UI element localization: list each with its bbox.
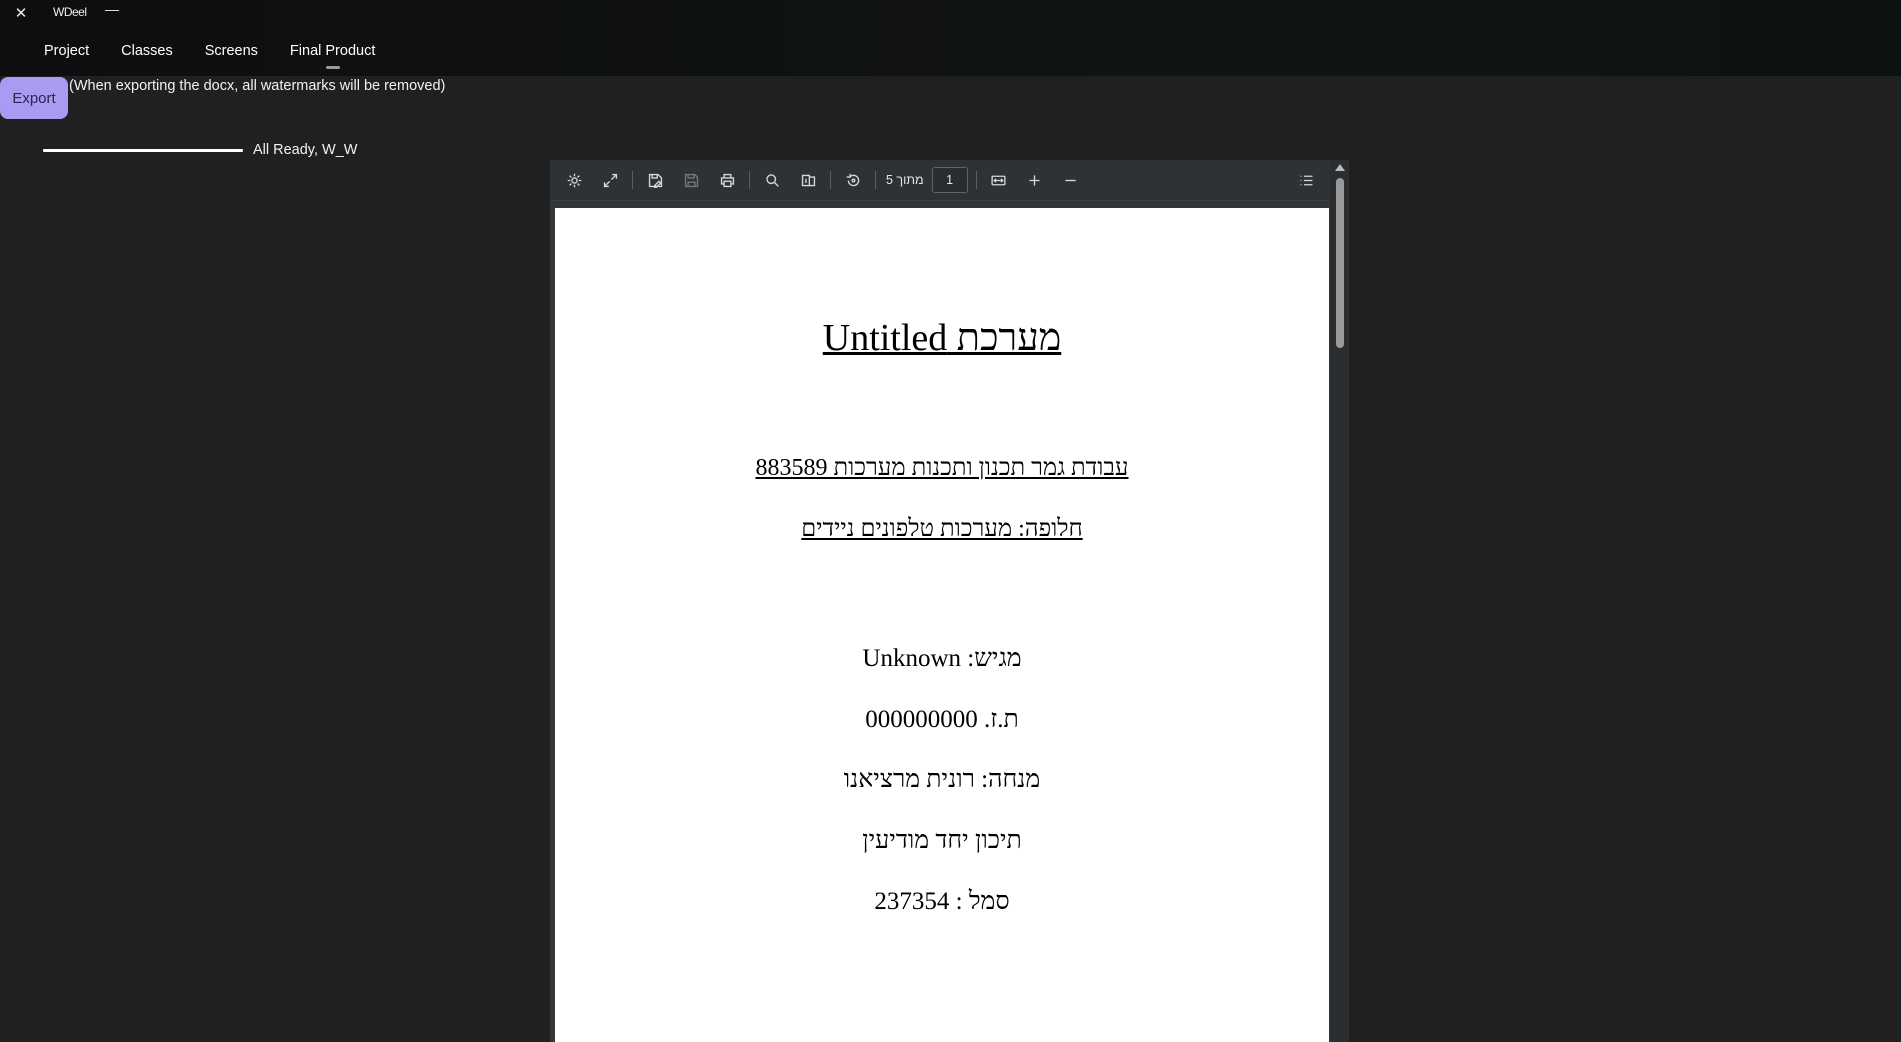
zoom-out-icon[interactable] bbox=[1056, 166, 1086, 194]
toolbar-divider bbox=[975, 171, 977, 189]
save-icon[interactable] bbox=[676, 166, 706, 194]
app-title: WDeel bbox=[53, 5, 87, 19]
export-note: (When exporting the docx, all watermarks… bbox=[69, 78, 446, 94]
title-bar: ✕ WDeel — Project Classes Screens Final … bbox=[0, 0, 1901, 76]
search-icon[interactable] bbox=[757, 166, 787, 194]
fit-width-icon[interactable] bbox=[984, 166, 1014, 194]
mentor-line: מנחה: רונית מרציאנו bbox=[843, 766, 1041, 793]
pdf-viewer: מתוך 5 מערכת Untitled עבודת גמר תכנון ות… bbox=[550, 160, 1349, 1042]
save-as-icon[interactable] bbox=[640, 166, 670, 194]
document-subtitle: עבודת גמר תכנון ותכנות מערכות 883589 bbox=[755, 455, 1129, 481]
scroll-thumb[interactable] bbox=[1336, 178, 1344, 348]
pdf-toolbar: מתוך 5 bbox=[550, 160, 1330, 201]
export-button[interactable]: Export bbox=[0, 77, 68, 119]
progress-fill bbox=[43, 149, 243, 152]
outline-icon[interactable] bbox=[1291, 166, 1321, 194]
toolbar-divider bbox=[632, 171, 633, 189]
scroll-up-icon[interactable] bbox=[1335, 164, 1345, 171]
toolbar-divider bbox=[830, 171, 831, 189]
page-count-label: מתוך 5 bbox=[886, 173, 924, 187]
page-view-icon[interactable] bbox=[793, 166, 823, 194]
close-icon[interactable]: ✕ bbox=[10, 3, 32, 23]
pdf-page: מערכת Untitled עבודת גמר תכנון ותכנות מע… bbox=[555, 208, 1329, 1042]
minimize-icon[interactable]: — bbox=[105, 1, 119, 17]
tab-final-product[interactable]: Final Product bbox=[290, 43, 375, 67]
toolbar-divider bbox=[749, 171, 750, 189]
toolbar-divider bbox=[875, 171, 876, 189]
tab-classes[interactable]: Classes bbox=[121, 43, 173, 67]
zoom-in-icon[interactable] bbox=[1020, 166, 1050, 194]
status-text: All Ready, W_W bbox=[253, 142, 358, 158]
print-icon[interactable] bbox=[712, 166, 742, 194]
scrollbar[interactable] bbox=[1330, 160, 1349, 1042]
settings-icon[interactable] bbox=[559, 166, 589, 194]
rotate-icon[interactable] bbox=[838, 166, 868, 194]
fullscreen-icon[interactable] bbox=[595, 166, 625, 194]
school-code-line: סמל : 237354 bbox=[874, 888, 1010, 915]
document-title: מערכת Untitled bbox=[822, 317, 1062, 359]
nav-tabs: Project Classes Screens Final Product bbox=[44, 43, 407, 67]
document-alternative: חלופה: מערכות טלפונים ניידים bbox=[801, 516, 1083, 542]
tab-project[interactable]: Project bbox=[44, 43, 89, 67]
page-number-input[interactable] bbox=[931, 167, 968, 193]
school-line: תיכון יחד מודיעין bbox=[862, 827, 1022, 854]
tab-screens[interactable]: Screens bbox=[205, 43, 258, 67]
submitter-line: מגיש: Unknown bbox=[862, 645, 1022, 672]
progress-bar bbox=[43, 149, 243, 152]
id-line: ת.ז. 000000000 bbox=[865, 706, 1019, 733]
